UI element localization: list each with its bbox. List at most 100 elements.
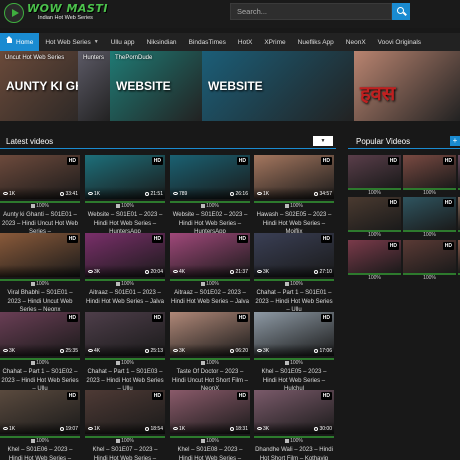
hd-badge: HD <box>236 157 248 165</box>
video-thumbnail[interactable]: HD <box>403 240 456 273</box>
video-title[interactable]: Dhandhe Wali – 2023 – Hindi Hot Short Fi… <box>254 446 334 460</box>
nav-item-niksindian[interactable]: Niksindian <box>141 33 183 51</box>
nav-item-hotx[interactable]: HotX <box>232 33 258 51</box>
video-thumbnail[interactable]: HD 4K 25:13 <box>85 312 165 356</box>
video-thumbnail[interactable]: HD 3K 17:06 <box>254 312 334 356</box>
video-thumbnail[interactable]: HD 1K 21:51 <box>85 155 165 199</box>
nav-item-voovi-originals[interactable]: Voovi Originals <box>372 33 427 51</box>
video-title[interactable]: Khel – S01E06 – 2023 – Hindi Hot Web Ser… <box>0 446 80 460</box>
video-card[interactable]: HD 1K 18:31 100% Khel – S01E08 – 2023 – Hind… <box>170 390 250 460</box>
filter-button[interactable]: ▼ <box>313 136 333 146</box>
video-title[interactable]: Viral Bhabhi – S01E01 – 2023 – Hindi Unc… <box>0 289 80 315</box>
popular-expand-button[interactable]: + <box>450 136 460 146</box>
video-card[interactable]: HD 1K 34:57 100% Hawash – S02E05 – 2023 – Hi… <box>254 155 334 235</box>
video-thumbnail[interactable]: HD 3K 20:04 <box>85 233 165 277</box>
video-card[interactable]: HD 1K 18:54 100% Khel – S01E07 – 2023 – Hind… <box>85 390 165 460</box>
nav-item-label: Ullu app <box>110 38 135 46</box>
eye-icon <box>257 427 262 431</box>
nav-item-label: NeonX <box>345 38 366 46</box>
video-title[interactable]: Khel – S01E07 – 2023 – Hindi Hot Web Ser… <box>85 446 165 460</box>
popular-video-card[interactable]: HD 100% <box>348 197 401 239</box>
slide[interactable]: ThePornDude WEBSITE <box>110 51 202 121</box>
clock-icon <box>60 348 65 353</box>
rating-value: 100% <box>36 203 49 209</box>
rating-percent: 100% <box>368 232 381 238</box>
slide-overlay-text: WEBSITE <box>116 79 171 93</box>
nav-item-nuefliks-app[interactable]: Nuefliks App <box>292 33 340 51</box>
video-card[interactable]: HD 3K 20:04 100% Aitraaz – S01E01 – 2023 – H… <box>85 233 165 313</box>
video-thumbnail[interactable]: HD 3K 30:00 <box>254 390 334 434</box>
thumbs-up-icon <box>31 438 36 443</box>
view-count: 789 <box>173 191 187 197</box>
video-card[interactable]: HD 4K 25:13 100% Chahat – Part 1 – S01E03 – … <box>85 312 165 392</box>
popular-video-card[interactable]: HD 100% <box>348 155 401 197</box>
main-nav: Home Hot Web Series ▼ Ullu app Niksindian Bin… <box>0 33 460 51</box>
video-thumbnail[interactable]: HD 1K 18:54 <box>85 390 165 434</box>
video-thumbnail[interactable]: HD <box>348 240 401 273</box>
view-count-value: 1K <box>94 426 101 432</box>
thumbs-up-icon <box>201 360 206 365</box>
view-count: 4K <box>173 269 185 275</box>
hd-badge: HD <box>151 314 163 322</box>
eye-icon <box>257 192 262 196</box>
video-thumbnail[interactable]: HD 3K 06:20 <box>170 312 250 356</box>
nav-item-hot-web-series[interactable]: Hot Web Series ▼ <box>39 33 104 51</box>
video-thumbnail[interactable]: HD 3K 25:35 <box>0 312 80 356</box>
video-card[interactable]: HD 3K 27:10 100% Chahat – Part 1 – S01E01 – … <box>254 233 334 313</box>
popular-video-card[interactable]: HD 100% <box>403 197 456 239</box>
search-button[interactable] <box>392 3 410 20</box>
nav-item-bindastimes[interactable]: BindasTimes <box>183 33 232 51</box>
slide[interactable]: WEBSITE <box>202 51 354 121</box>
video-thumbnail[interactable]: HD 4K 21:37 <box>170 233 250 277</box>
nav-item-home[interactable]: Home <box>0 33 40 51</box>
site-logo[interactable]: WOW MASTI Indian Hot Web Series <box>4 2 124 26</box>
slide[interactable]: Hunters <box>78 51 110 121</box>
video-title[interactable]: Khel – S01E08 – 2023 – Hindi Hot Web Ser… <box>170 446 250 460</box>
video-thumbnail[interactable]: HD 1K 34:57 <box>254 155 334 199</box>
duration: 21:37 <box>230 269 248 275</box>
video-thumbnail[interactable]: HD 1K 33:41 <box>0 155 80 199</box>
nav-item-xprime[interactable]: XPrime <box>258 33 291 51</box>
video-card[interactable]: HD 3K 30:00 100% Dhandhe Wali – 2023 – Hindi… <box>254 390 334 460</box>
featured-slider[interactable]: Uncut Hot Web Series AUNTY KI GHANTI Hunte… <box>0 51 460 121</box>
video-thumbnail[interactable]: HD <box>348 155 401 188</box>
video-thumbnail[interactable]: HD <box>0 233 80 277</box>
slide[interactable]: हवस <box>354 51 460 121</box>
rating-percent: 100% <box>85 360 165 366</box>
duration: 06:20 <box>230 348 248 354</box>
video-card[interactable]: HD 1K 19:07 100% Khel – S01E06 – 2023 – Hind… <box>0 390 80 460</box>
nav-item-neonx[interactable]: NeonX <box>340 33 372 51</box>
section-divider <box>0 148 336 149</box>
video-thumbnail[interactable]: HD 1K 18:31 <box>170 390 250 434</box>
video-thumbnail[interactable]: HD 3K 27:10 <box>254 233 334 277</box>
rating-value: 100% <box>206 203 219 209</box>
video-title[interactable]: Aitraaz – S01E02 – 2023 – Hindi Hot Web … <box>170 289 250 306</box>
popular-video-card[interactable]: HD 100% <box>403 240 456 282</box>
popular-video-card[interactable]: HD 100% <box>403 155 456 197</box>
video-card[interactable]: HD 100% Viral Bhabhi – S01E01 – 2023 – Hin… <box>0 233 80 313</box>
video-title[interactable]: Chahat – Part 1 – S01E01 – 2023 – Hindi … <box>254 289 334 315</box>
video-card[interactable]: HD 4K 21:37 100% Aitraaz – S01E02 – 2023 – H… <box>170 233 250 313</box>
video-thumbnail[interactable]: HD <box>403 155 456 188</box>
clock-icon <box>230 426 235 431</box>
video-card[interactable]: HD 1K 21:51 100% Website – S01E01 – 2023 – H… <box>85 155 165 235</box>
nav-item-ullu-app[interactable]: Ullu app <box>105 33 141 51</box>
video-thumbnail[interactable]: HD 789 26:16 <box>170 155 250 199</box>
search-input[interactable]: Search... <box>230 3 392 20</box>
video-card[interactable]: HD 3K 25:35 100% Chahat – Part 1 – S01E02 – … <box>0 312 80 392</box>
video-title[interactable]: Aitraaz – S01E01 – 2023 – Hindi Hot Web … <box>85 289 165 306</box>
video-card[interactable]: HD 3K 06:20 100% Taste Of Doctor – 2023 – Hi… <box>170 312 250 392</box>
video-card[interactable]: HD 789 26:16 100% Website – S01E02 – 2023 – … <box>170 155 250 235</box>
video-card[interactable]: HD 3K 17:06 100% Khel – S01E05 – 2023 – Hind… <box>254 312 334 392</box>
view-count-value: 3K <box>94 269 101 275</box>
rating-value: 100% <box>290 281 303 287</box>
duration-value: 18:31 <box>235 426 248 432</box>
rating-value: 100% <box>36 360 49 366</box>
popular-video-card[interactable]: HD 100% <box>348 240 401 282</box>
video-thumbnail[interactable]: HD <box>348 197 401 230</box>
clock-icon <box>230 348 235 353</box>
video-card[interactable]: HD 1K 33:41 100% Aunty ki Ghanti – S01E01 – … <box>0 155 80 235</box>
video-thumbnail[interactable]: HD <box>403 197 456 230</box>
video-thumbnail[interactable]: HD 1K 19:07 <box>0 390 80 434</box>
play-logo-icon <box>4 3 24 23</box>
